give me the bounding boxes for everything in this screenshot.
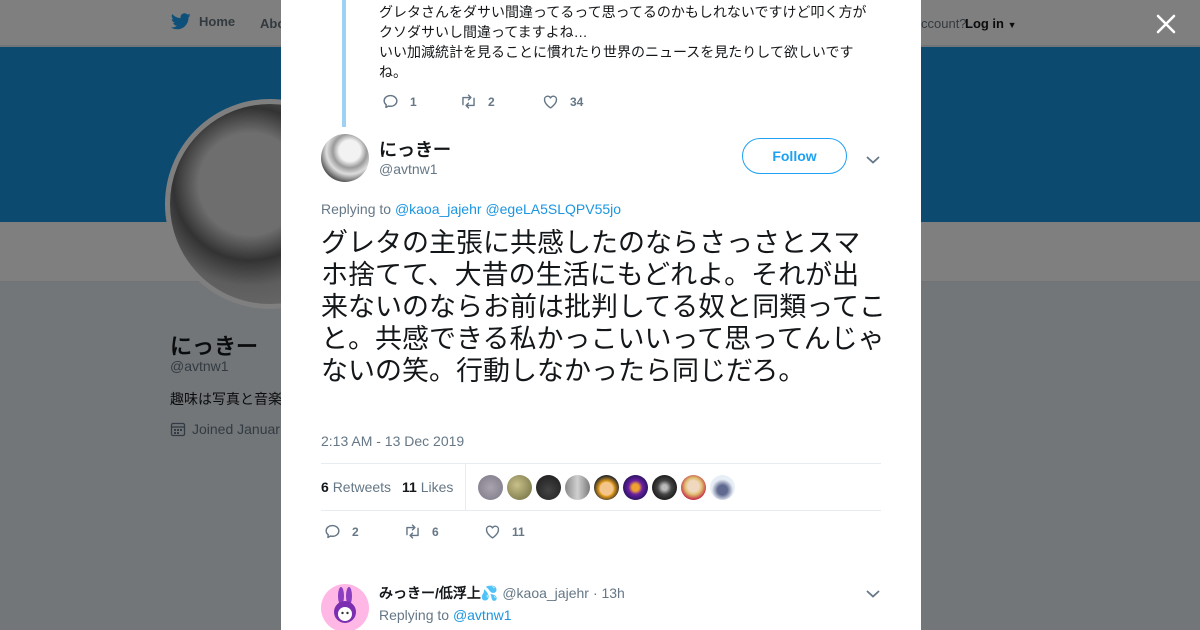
retweet-button[interactable]: 6: [403, 522, 483, 541]
liker-avatar[interactable]: [652, 475, 677, 500]
reply-author-name[interactable]: みっきー/低浮上💦: [379, 583, 498, 603]
liker-avatar[interactable]: [478, 475, 503, 500]
tweet-actions: 2 6 11: [323, 522, 525, 541]
reply-icon: [383, 94, 398, 109]
like-count: 11: [512, 524, 525, 539]
liker-avatar[interactable]: [565, 475, 590, 500]
previous-reply-button[interactable]: 1: [381, 92, 459, 111]
liker-avatar[interactable]: [507, 475, 532, 500]
follow-button[interactable]: Follow: [742, 138, 847, 174]
tweet-stats: 6 Retweets 11 Likes: [321, 463, 881, 511]
author-handle[interactable]: @avtnw1: [379, 161, 438, 177]
chevron-down-icon[interactable]: [866, 152, 880, 164]
replying-to-link-2[interactable]: @egeLA5SLQPV55jo: [485, 201, 621, 217]
previous-retweet-count: 2: [488, 94, 495, 109]
previous-reply-count: 1: [410, 94, 417, 109]
like-icon: [485, 525, 500, 539]
liker-avatar[interactable]: [681, 475, 706, 500]
reply-replying-to: Replying to @avtnw1: [379, 607, 512, 623]
likes-stat[interactable]: 11 Likes: [402, 479, 453, 495]
reply-count: 2: [352, 524, 359, 539]
previous-retweet-button[interactable]: 2: [459, 92, 541, 111]
previous-like-button[interactable]: 34: [541, 92, 583, 111]
previous-tweet-text: グレタさんをダサい間違ってるって思ってるのかもしれないですけど叩く方がクソダサい…: [379, 2, 879, 82]
retweets-stat[interactable]: 6 Retweets: [321, 479, 391, 495]
liker-avatar[interactable]: [536, 475, 561, 500]
retweets-stat-label: Retweets: [332, 479, 392, 495]
liker-avatar[interactable]: [623, 475, 648, 500]
previous-tweet-text-body: グレタさんをダサい間違ってるって思ってるのかもしれないですけど叩く方がクソダサい…: [379, 4, 867, 80]
close-icon[interactable]: [1154, 12, 1178, 36]
reply-author-avatar[interactable]: [321, 584, 369, 630]
replying-prefix: Replying to: [321, 201, 392, 217]
liker-avatar[interactable]: [594, 475, 619, 500]
chevron-down-icon[interactable]: [866, 586, 880, 598]
retweet-count: 6: [432, 524, 439, 539]
retweets-stat-count: 6: [321, 479, 329, 495]
reply-replying-to-link[interactable]: @avtnw1: [453, 607, 512, 623]
previous-tweet-actions: 1 2 34: [381, 92, 583, 111]
reply-icon: [325, 524, 340, 539]
author-avatar[interactable]: [321, 134, 369, 182]
replying-to-link-1[interactable]: @kaoa_jajehr: [395, 201, 482, 217]
like-button[interactable]: 11: [483, 522, 525, 541]
retweet-icon: [406, 524, 419, 539]
tweet-modal: グレタさんをダサい間違ってるって思ってるのかもしれないですけど叩く方がクソダサい…: [281, 0, 921, 630]
reply-replying-prefix: Replying to: [379, 607, 450, 623]
likes-stat-label: Likes: [420, 479, 454, 495]
retweet-icon: [462, 94, 475, 109]
reply-header: みっきー/低浮上💦 @kaoa_jajehr · 13h: [379, 583, 625, 603]
tweet-text: グレタの主張に共感したのならさっさとスマホ捨てて、大昔の生活にもどれよ。それが出…: [321, 228, 886, 386]
stats-divider: [465, 464, 466, 511]
thread-line: [342, 0, 346, 127]
tweet-timestamp[interactable]: 2:13 AM - 13 Dec 2019: [321, 433, 464, 449]
likes-stat-count: 11: [402, 479, 417, 495]
liker-avatar[interactable]: [710, 475, 735, 500]
author-name[interactable]: にっきー: [379, 136, 451, 162]
replying-to: Replying to @kaoa_jajehr @egeLA5SLQPV55j…: [321, 201, 621, 217]
reply-time[interactable]: · 13h: [593, 585, 625, 601]
like-icon: [543, 95, 558, 109]
reply-author-handle[interactable]: @kaoa_jajehr: [502, 585, 589, 601]
reply-button[interactable]: 2: [323, 522, 403, 541]
previous-like-count: 34: [570, 94, 584, 109]
